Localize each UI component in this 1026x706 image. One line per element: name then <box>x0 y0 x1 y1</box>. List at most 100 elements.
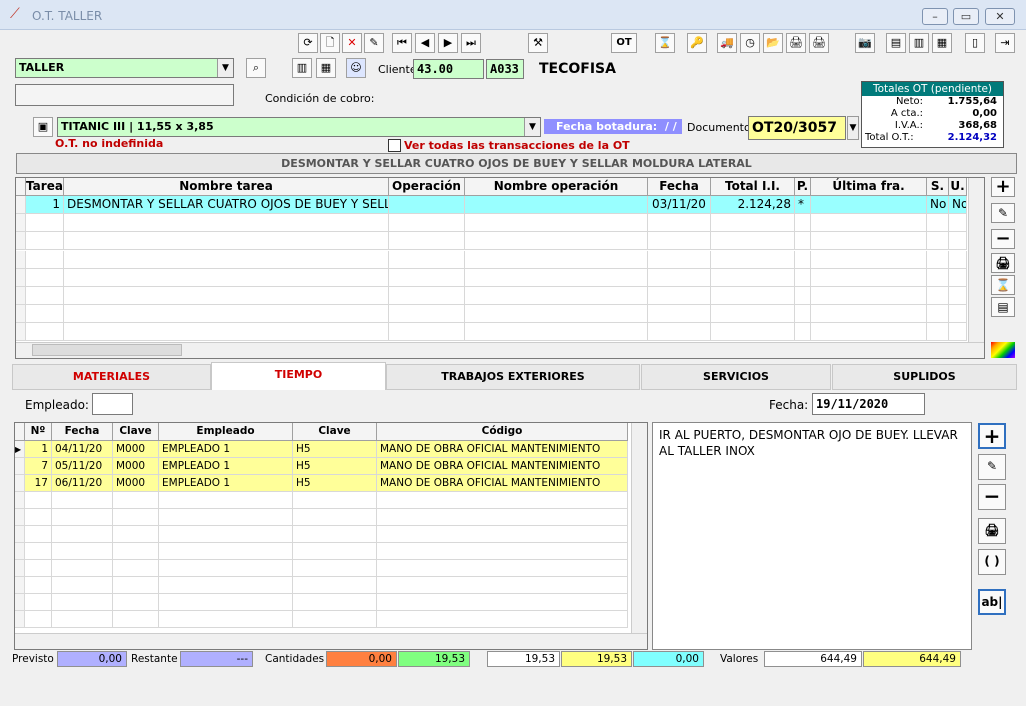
table-cell[interactable]: H5 <box>293 458 377 475</box>
table-cell[interactable] <box>293 594 377 611</box>
table-cell[interactable] <box>377 509 628 526</box>
print-time-button[interactable]: 🖨 <box>978 518 1006 544</box>
chevron-down-icon[interactable]: ▼ <box>217 59 233 77</box>
empleado-field[interactable] <box>92 393 133 415</box>
table-cell[interactable] <box>64 232 389 251</box>
table-cell[interactable]: 03/11/20 <box>648 196 711 214</box>
table-cell[interactable] <box>465 250 648 269</box>
tab-suplidos[interactable]: SUPLIDOS <box>832 364 1017 390</box>
vertical-scrollbar[interactable] <box>968 178 984 342</box>
table-cell[interactable] <box>113 543 159 560</box>
text-field-button[interactable]: ab| <box>978 589 1006 615</box>
fecha-botadura[interactable]: Fecha botadura: / / <box>544 119 682 134</box>
table-cell[interactable] <box>293 560 377 577</box>
table-cell[interactable] <box>25 560 52 577</box>
table-cell[interactable] <box>159 526 293 543</box>
vessel-icon[interactable]: ▣ <box>33 117 53 137</box>
table-cell[interactable] <box>465 323 648 342</box>
table-cell[interactable] <box>648 214 711 233</box>
table-cell[interactable] <box>26 305 64 324</box>
table-cell[interactable]: M000 <box>113 458 159 475</box>
page-icon[interactable]: ▯ <box>965 33 985 53</box>
table-cell[interactable] <box>64 287 389 305</box>
table-cell[interactable] <box>949 323 967 342</box>
edit-task-button[interactable]: ✎ <box>991 203 1015 223</box>
column-header[interactable]: Total I.I. <box>711 178 795 196</box>
table-cell[interactable] <box>711 287 795 305</box>
table-cell[interactable]: 04/11/20 <box>52 441 113 458</box>
table-cell[interactable]: 1 <box>25 441 52 458</box>
table-cell[interactable] <box>811 305 927 324</box>
table-cell[interactable] <box>377 543 628 560</box>
column-header[interactable]: Operación <box>389 178 465 196</box>
table-cell[interactable] <box>389 323 465 342</box>
parentheses-button[interactable]: ( ) <box>978 549 1006 575</box>
book-icon[interactable]: ▥ <box>292 58 312 78</box>
table-cell[interactable]: * <box>795 196 811 214</box>
table-cell[interactable] <box>113 611 159 628</box>
stamp-icon[interactable]: ▥ <box>909 33 929 53</box>
camera-icon[interactable]: 📷 <box>855 33 875 53</box>
table-cell[interactable] <box>927 250 949 269</box>
add-time-button[interactable]: + <box>978 423 1006 449</box>
next-record-icon[interactable]: ▶ <box>438 33 458 53</box>
table-cell[interactable] <box>927 214 949 233</box>
table-cell[interactable]: No <box>927 196 949 214</box>
new-document-icon[interactable]: 🗋 <box>320 33 340 53</box>
horizontal-scrollbar[interactable] <box>16 342 984 358</box>
table-cell[interactable] <box>113 492 159 509</box>
table-cell[interactable] <box>25 577 52 594</box>
table-cell[interactable] <box>377 577 628 594</box>
table-cell[interactable] <box>711 214 795 233</box>
maximize-button[interactable]: ▭ <box>953 8 979 25</box>
table-cell[interactable]: MANO DE OBRA OFICIAL MANTENIMIENTO <box>377 475 628 492</box>
column-header[interactable]: Fecha <box>648 178 711 196</box>
table-cell[interactable] <box>159 611 293 628</box>
table-cell[interactable]: M000 <box>113 441 159 458</box>
table-cell[interactable] <box>811 214 927 233</box>
table-cell[interactable] <box>25 594 52 611</box>
table-cell[interactable] <box>711 323 795 342</box>
hourglass-icon[interactable]: ⌛ <box>655 33 675 53</box>
table-cell[interactable] <box>389 305 465 324</box>
table-cell[interactable] <box>159 509 293 526</box>
table-cell[interactable] <box>64 250 389 269</box>
note-textarea[interactable]: IR AL PUERTO, DESMONTAR OJO DE BUEY. LLE… <box>652 422 972 650</box>
table-cell[interactable] <box>795 268 811 287</box>
table-cell[interactable] <box>293 492 377 509</box>
table-cell[interactable]: H5 <box>293 475 377 492</box>
remove-task-button[interactable]: − <box>991 229 1015 249</box>
table-cell[interactable] <box>26 232 64 251</box>
table-cell[interactable] <box>949 268 967 287</box>
key-icon[interactable]: 🔑 <box>687 33 707 53</box>
exit-icon[interactable]: ⇥ <box>995 33 1015 53</box>
table-cell[interactable] <box>949 232 967 251</box>
truck-icon[interactable]: 🚚 <box>717 33 737 53</box>
column-header[interactable]: Nº <box>25 423 52 441</box>
tab-trabajos-exteriores[interactable]: TRABAJOS EXTERIORES <box>386 364 640 390</box>
table-cell[interactable] <box>64 305 389 324</box>
column-header[interactable]: Clave <box>113 423 159 441</box>
table-cell[interactable] <box>795 305 811 324</box>
column-header[interactable]: Código <box>377 423 628 441</box>
table-cell[interactable] <box>648 268 711 287</box>
table-cell[interactable]: 7 <box>25 458 52 475</box>
column-header[interactable]: P. <box>795 178 811 196</box>
table-cell[interactable] <box>293 611 377 628</box>
table-cell[interactable]: M000 <box>113 475 159 492</box>
vertical-scrollbar[interactable] <box>631 423 647 635</box>
table-cell[interactable] <box>159 594 293 611</box>
chevron-down-icon[interactable]: ▼ <box>847 116 859 140</box>
calendar-icon[interactable]: ▦ <box>316 58 336 78</box>
tab-servicios[interactable]: SERVICIOS <box>641 364 831 390</box>
binoculars-icon[interactable]: ⌕ <box>246 58 266 78</box>
table-cell[interactable] <box>465 268 648 287</box>
refresh-icon[interactable]: ⟳ <box>298 33 318 53</box>
table-cell[interactable]: EMPLEADO 1 <box>159 475 293 492</box>
table-cell[interactable] <box>949 214 967 233</box>
column-header[interactable]: Última fra. <box>811 178 927 196</box>
chevron-down-icon[interactable]: ▼ <box>524 118 540 136</box>
table-cell[interactable] <box>465 232 648 251</box>
table-cell[interactable] <box>711 232 795 251</box>
table-cell[interactable] <box>26 323 64 342</box>
